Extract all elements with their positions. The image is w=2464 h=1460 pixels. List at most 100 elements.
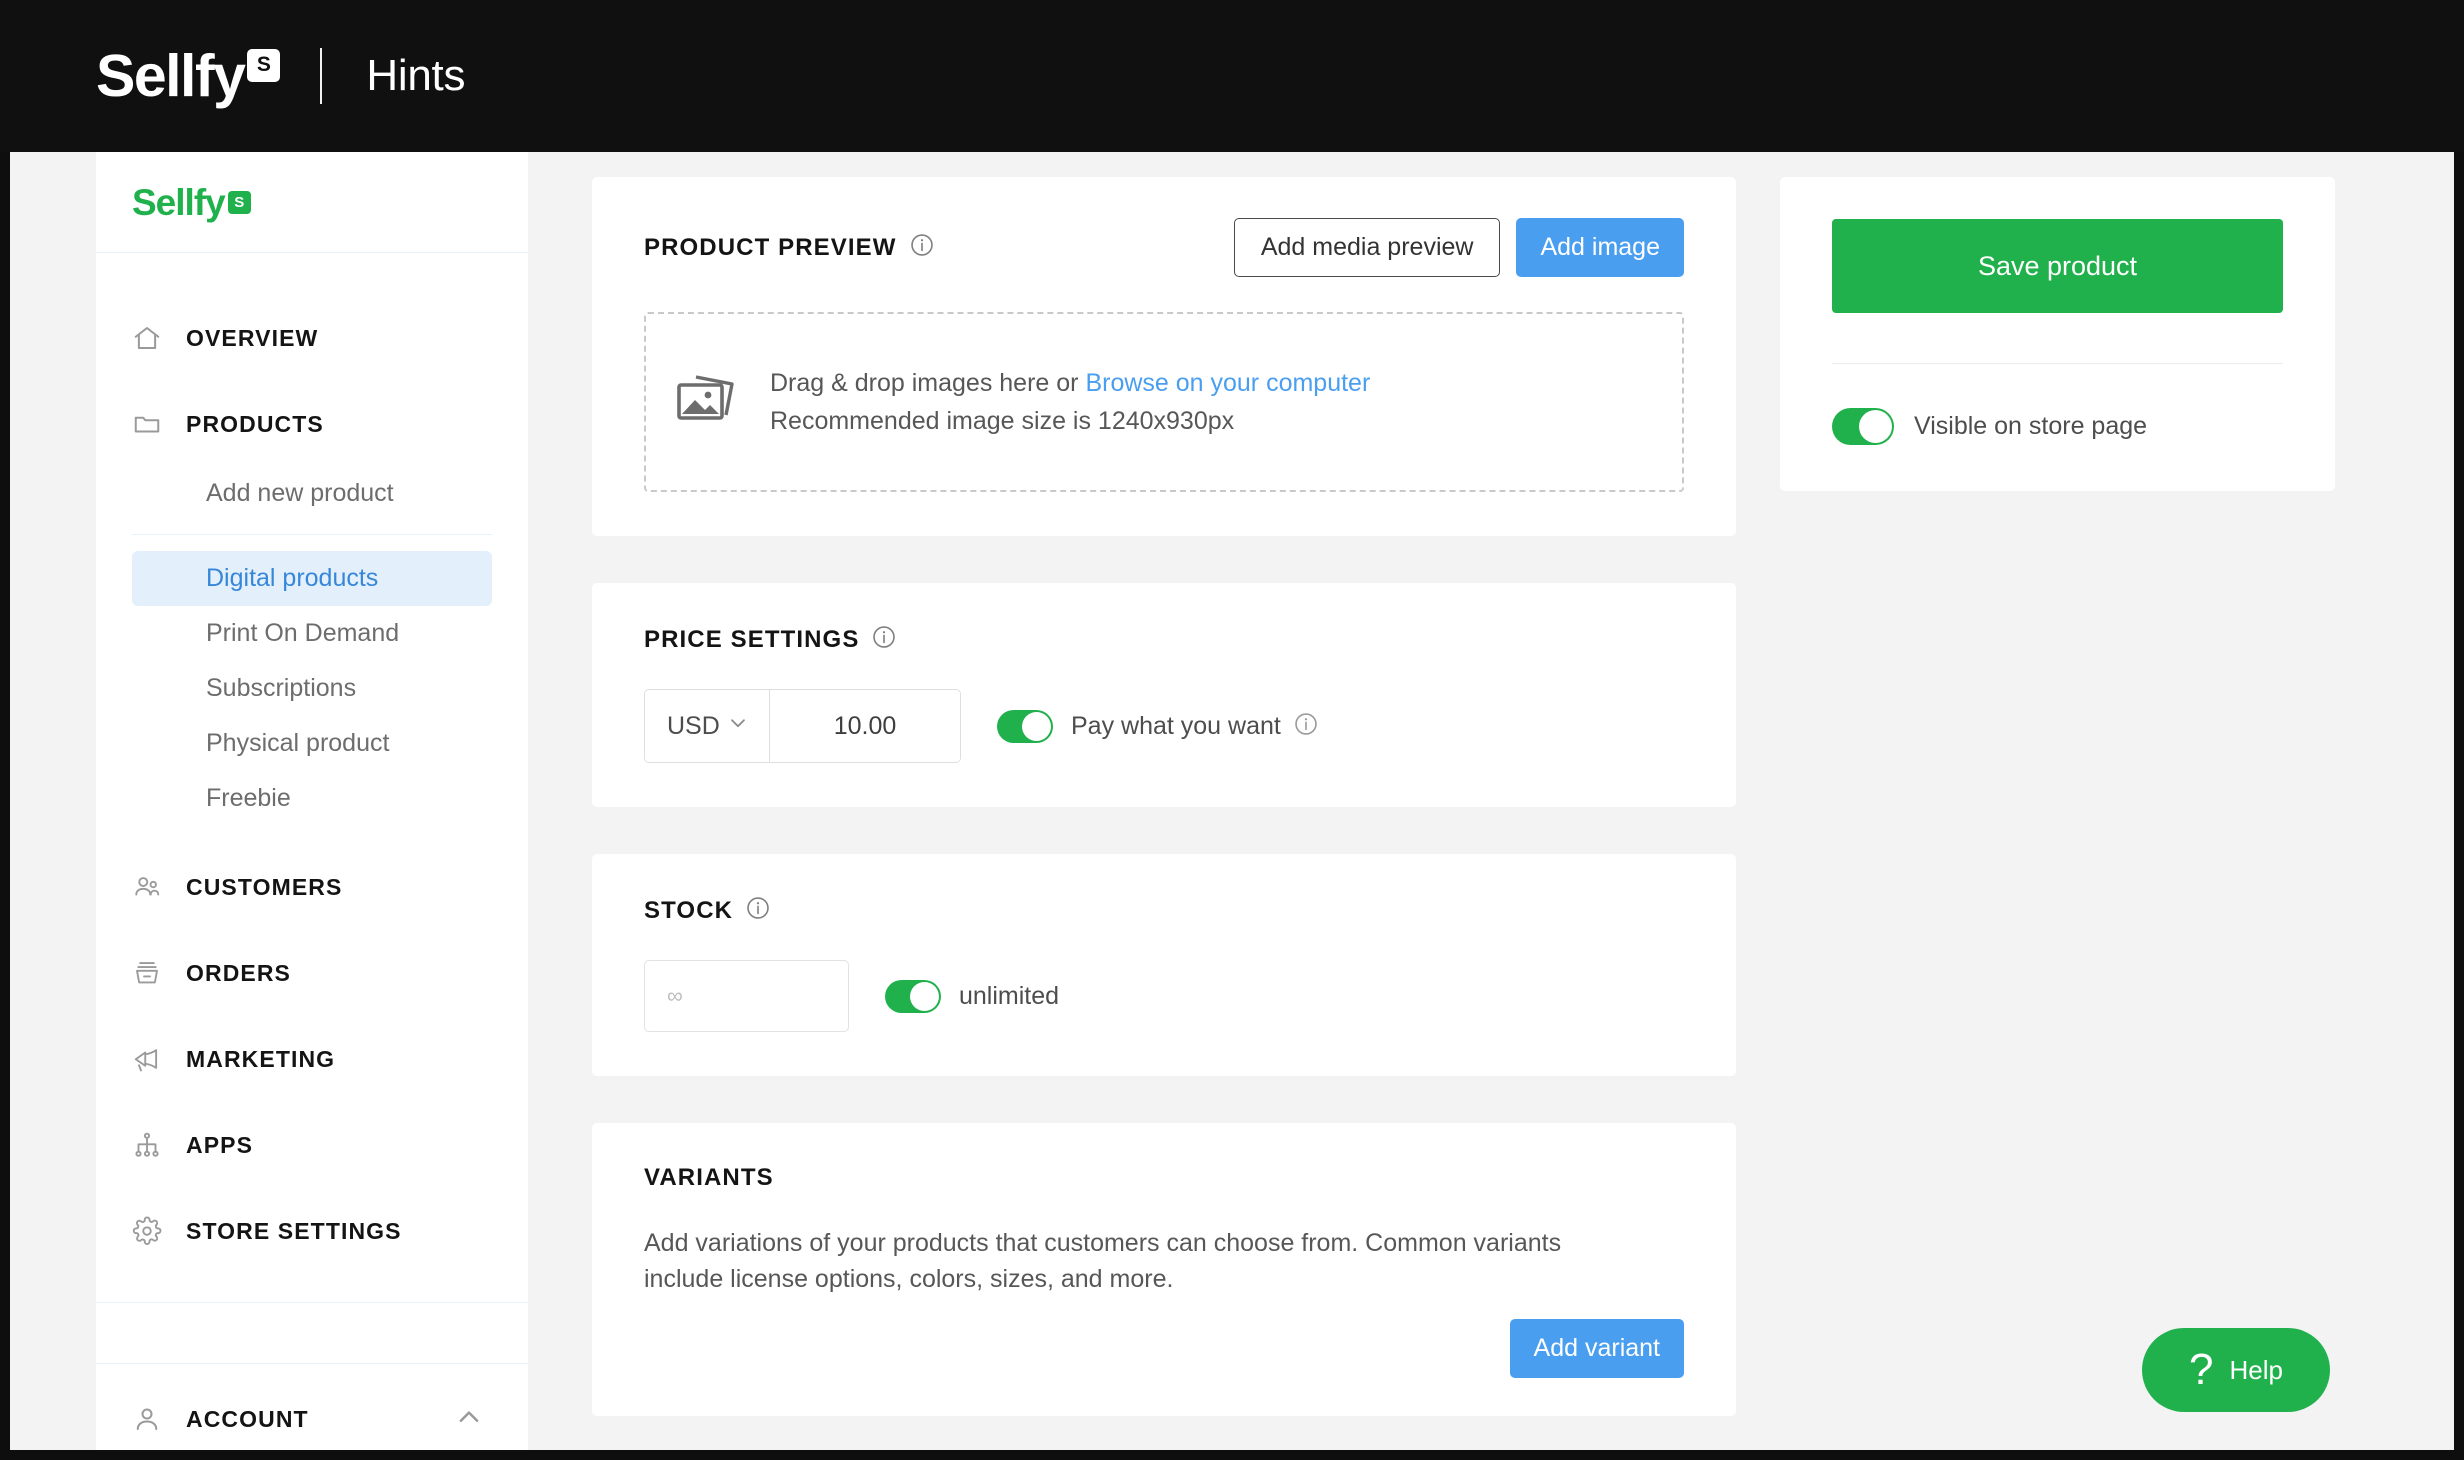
currency-value: USD xyxy=(667,711,720,740)
submenu-item-digital-products[interactable]: Digital products xyxy=(132,551,492,606)
help-button[interactable]: ? Help xyxy=(2142,1328,2330,1412)
product-preview-card: PRODUCT PREVIEW Add media preview Add im… xyxy=(592,177,1736,536)
unlimited-toggle[interactable] xyxy=(885,979,941,1013)
sidebar-item-account[interactable]: ACCOUNT xyxy=(96,1376,528,1450)
stock-field-row: ∞ unlimited xyxy=(644,960,1684,1032)
section-title: PRICE SETTINGS xyxy=(644,625,860,653)
folder-icon xyxy=(132,409,176,439)
page-title: Hints xyxy=(366,51,466,100)
dropzone-primary-line: Drag & drop images here or Browse on you… xyxy=(770,369,1370,398)
variants-card: VARIANTS Add variations of your products… xyxy=(592,1123,1736,1416)
people-icon xyxy=(132,872,176,902)
variants-description: Add variations of your products that cus… xyxy=(644,1229,1562,1293)
add-variant-button[interactable]: Add variant xyxy=(1509,1319,1684,1378)
image-stack-icon xyxy=(674,371,738,434)
top-bar: Sellfy S Hints xyxy=(0,0,2464,152)
section-title: PRODUCT PREVIEW xyxy=(644,233,897,261)
sidebar-logo-wordmark: Sellfy xyxy=(132,181,226,223)
main-content: PRODUCT PREVIEW Add media preview Add im… xyxy=(592,177,1736,1460)
info-icon[interactable] xyxy=(1293,711,1319,742)
chevron-up-icon[interactable] xyxy=(454,1402,484,1437)
price-input[interactable]: 10.00 xyxy=(770,690,960,762)
gear-icon xyxy=(132,1216,176,1246)
save-product-button[interactable]: Save product xyxy=(1832,219,2283,313)
sidebar-item-label: OVERVIEW xyxy=(186,324,319,351)
logo-s-badge: S xyxy=(247,48,281,82)
sidebar-item-marketing[interactable]: MARKETING xyxy=(96,1016,528,1102)
submenu-item-print-on-demand[interactable]: Print On Demand xyxy=(132,606,492,661)
dropzone-recommended-size: Recommended image size is 1240x930px xyxy=(770,406,1235,435)
submenu-add-new-product[interactable]: Add new product xyxy=(132,467,492,535)
question-mark-icon: ? xyxy=(2189,1345,2214,1394)
submenu-item-subscriptions[interactable]: Subscriptions xyxy=(132,661,492,716)
sidebar-item-store-settings[interactable]: STORE SETTINGS xyxy=(96,1188,528,1274)
help-label: Help xyxy=(2229,1354,2283,1385)
info-icon[interactable] xyxy=(909,232,935,263)
app-window: Sellfy S Hints Sellfy S OVERVIEW PRODUCT… xyxy=(0,0,2464,1460)
products-submenu: Add new product Digital products Print O… xyxy=(96,467,528,826)
sidebar-logo-s-badge: S xyxy=(227,191,251,214)
toggle-knob xyxy=(1022,711,1051,741)
info-icon[interactable] xyxy=(745,895,771,926)
person-icon xyxy=(132,1404,176,1434)
sidebar-item-label: ORDERS xyxy=(186,959,292,986)
price-field-row: USD 10.00 Pay what you want xyxy=(644,689,1684,763)
chevron-down-icon xyxy=(727,712,749,741)
section-title: STOCK xyxy=(644,896,734,924)
image-dropzone[interactable]: Drag & drop images here or Browse on you… xyxy=(644,312,1684,492)
stock-header: STOCK xyxy=(644,895,1684,926)
stock-input[interactable]: ∞ xyxy=(644,960,849,1032)
visible-on-store-label: Visible on store page xyxy=(1914,412,2148,440)
submenu-item-physical-product[interactable]: Physical product xyxy=(132,716,492,771)
price-input-group: USD 10.00 xyxy=(644,689,961,763)
right-panel: Save product Visible on store page xyxy=(1780,177,2335,491)
panel-divider xyxy=(1832,363,2283,364)
sellfy-logo-header[interactable]: Sellfy S xyxy=(96,42,281,109)
pay-what-you-want-toggle[interactable] xyxy=(997,709,1053,743)
submenu-item-freebie[interactable]: Freebie xyxy=(132,771,492,826)
app-shell: Sellfy S OVERVIEW PRODUCTS Add new produ… xyxy=(10,152,2454,1450)
browse-computer-link[interactable]: Browse on your computer xyxy=(1085,369,1370,397)
sidebar-item-label: APPS xyxy=(186,1131,254,1158)
toggle-knob xyxy=(1859,410,1892,443)
sidebar-item-customers[interactable]: CUSTOMERS xyxy=(96,844,528,930)
sidebar-item-label: MARKETING xyxy=(186,1045,336,1072)
pay-what-you-want-label: Pay what you want xyxy=(1071,711,1281,740)
visible-on-store-toggle[interactable] xyxy=(1832,408,1894,445)
toggle-knob xyxy=(910,981,939,1011)
product-preview-header: PRODUCT PREVIEW Add media preview Add im… xyxy=(644,218,1684,277)
variants-actions: Add variant xyxy=(644,1319,1684,1378)
sidebar-separator xyxy=(96,1302,528,1364)
sidebar-item-label: CUSTOMERS xyxy=(186,873,343,900)
sidebar-item-label: ACCOUNT xyxy=(186,1405,309,1432)
sidebar: Sellfy S OVERVIEW PRODUCTS Add new produ… xyxy=(96,152,528,1450)
basket-icon xyxy=(132,958,176,988)
sidebar-item-label: STORE SETTINGS xyxy=(186,1217,402,1244)
section-title: VARIANTS xyxy=(644,1164,774,1191)
visible-on-store-row: Visible on store page xyxy=(1832,408,2283,445)
logo-wordmark: Sellfy xyxy=(96,42,246,109)
pay-what-you-want-row: Pay what you want xyxy=(997,709,1319,743)
sitemap-icon xyxy=(132,1130,176,1160)
add-image-button[interactable]: Add image xyxy=(1516,218,1684,277)
info-icon[interactable] xyxy=(871,624,897,655)
unlimited-label: unlimited xyxy=(959,981,1060,1010)
price-settings-header: PRICE SETTINGS xyxy=(644,624,1684,655)
unlimited-stock-row: unlimited xyxy=(885,979,1060,1013)
sidebar-item-label: PRODUCTS xyxy=(186,410,324,437)
currency-select[interactable]: USD xyxy=(645,690,770,762)
megaphone-icon xyxy=(132,1044,176,1074)
sidebar-item-overview[interactable]: OVERVIEW xyxy=(96,295,528,381)
dropzone-prefix-text: Drag & drop images here or xyxy=(770,368,1086,397)
preview-actions: Add media preview Add image xyxy=(1233,218,1684,277)
dropzone-text: Drag & drop images here or Browse on you… xyxy=(770,369,1370,436)
sidebar-item-apps[interactable]: APPS xyxy=(96,1102,528,1188)
add-media-preview-button[interactable]: Add media preview xyxy=(1233,218,1501,277)
header-divider xyxy=(320,48,323,104)
stock-card: STOCK ∞ unlimited xyxy=(592,854,1736,1076)
sidebar-item-orders[interactable]: ORDERS xyxy=(96,930,528,1016)
sidebar-item-products[interactable]: PRODUCTS xyxy=(96,381,528,467)
variants-header: VARIANTS xyxy=(644,1164,1684,1192)
sidebar-nav: OVERVIEW PRODUCTS Add new product Digita… xyxy=(96,253,528,1450)
sidebar-logo[interactable]: Sellfy S xyxy=(96,152,528,253)
